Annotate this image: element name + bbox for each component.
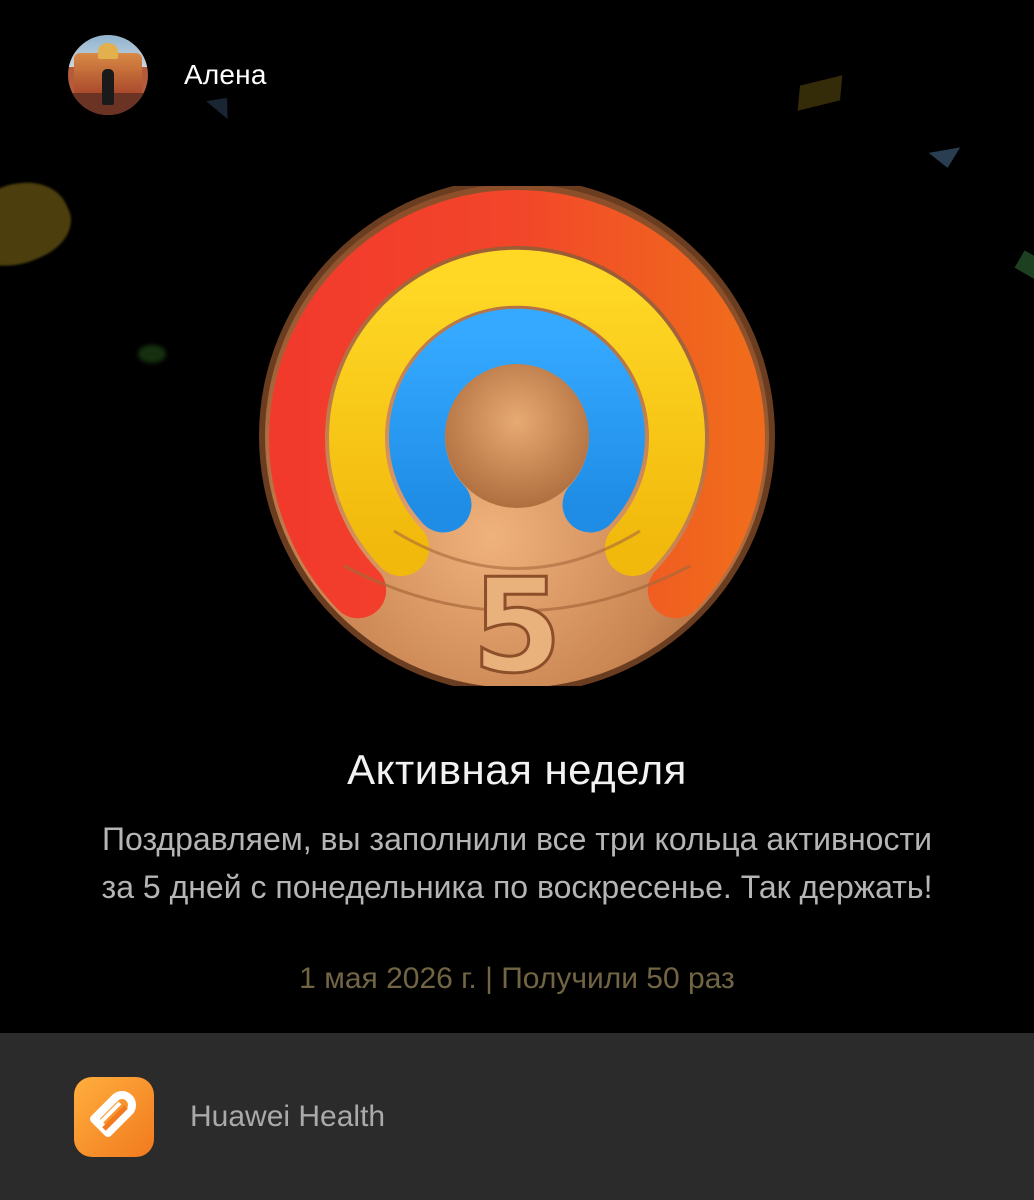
achievement-title: Активная неделя — [347, 746, 687, 793]
confetti-piece — [0, 165, 82, 285]
medal-number: 5 — [472, 550, 562, 686]
achievement-card: Алена 5 Активная неделя Поздравляем, вы … — [0, 0, 1034, 1033]
user-header: Алена — [68, 35, 267, 115]
confetti-piece — [797, 75, 843, 111]
confetti-piece — [928, 147, 964, 171]
confetti-piece — [1014, 250, 1034, 280]
achievement-meta: 1 мая 2026 г. | Получили 50 раз — [299, 962, 735, 995]
achievement-description: Поздравляем, вы заполнили все три кольца… — [0, 815, 1034, 911]
source-app-bar[interactable]: Huawei Health — [0, 1033, 1034, 1200]
description-line: за 5 дней с понедельника по воскресенье.… — [101, 869, 933, 905]
user-name: Алена — [184, 59, 267, 90]
avatar[interactable] — [68, 35, 148, 115]
achievement-medal-icon: 5 — [259, 186, 775, 686]
confetti-piece — [138, 345, 166, 363]
description-line: Поздравляем, вы заполнили все три кольца… — [102, 821, 932, 857]
app-name: Huawei Health — [190, 1099, 386, 1133]
huawei-health-icon[interactable] — [74, 1076, 154, 1157]
